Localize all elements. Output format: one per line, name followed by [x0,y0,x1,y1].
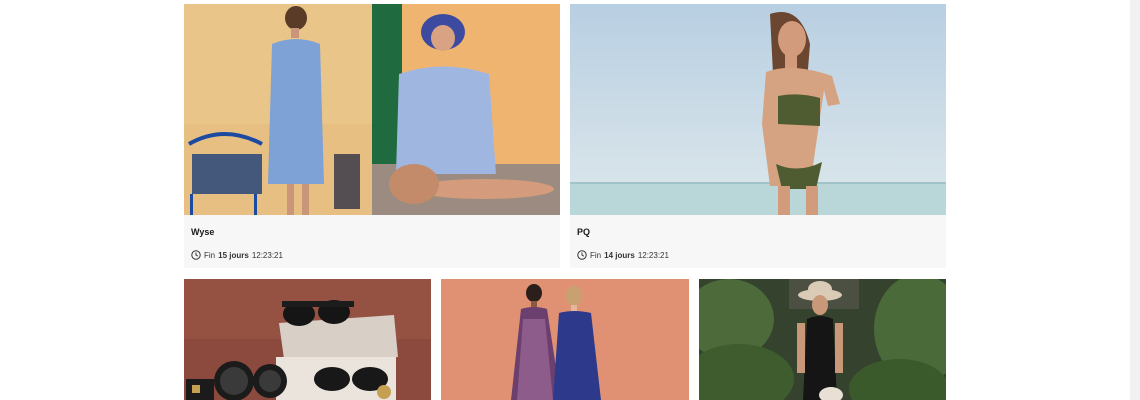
countdown-time: 12:23:21 [637,250,669,260]
clock-icon [191,250,201,260]
clock-icon [577,250,587,260]
sale-card-sunglasses[interactable] [184,279,431,400]
countdown-prefix: Fin [204,250,216,260]
countdown-prefix: Fin [590,250,602,260]
sale-card-hat[interactable] [699,279,946,400]
countdown-days: 14 jours [604,250,635,260]
page-scrollbar[interactable] [1130,0,1140,400]
sale-image-sunglasses[interactable] [184,279,431,400]
sale-brand-title: PQ [577,227,591,237]
sale-card-dresses[interactable] [441,279,689,400]
sale-image-dresses[interactable] [441,279,689,400]
sale-brand-title: Wyse [191,227,215,237]
sale-card-wyse[interactable]: Wyse Fin 15 jours 12:23:21 [184,4,560,268]
sale-image-hat[interactable] [699,279,946,400]
sale-image-wyse[interactable] [184,4,560,215]
sale-card-pq[interactable]: PQ Fin 14 jours 12:23:21 [570,4,946,268]
sale-countdown: Fin 15 jours 12:23:21 [191,250,283,260]
countdown-time: 12:23:21 [251,250,283,260]
sale-countdown: Fin 14 jours 12:23:21 [577,250,669,260]
sale-image-pq[interactable] [570,4,946,215]
countdown-days: 15 jours [218,250,249,260]
